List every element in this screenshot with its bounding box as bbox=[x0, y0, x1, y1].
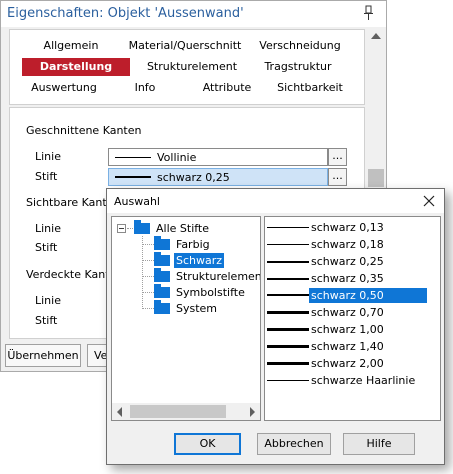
tab-attribute[interactable]: Attribute bbox=[193, 79, 261, 97]
line-sample bbox=[115, 157, 151, 158]
dialog-titlebar: Auswahl bbox=[107, 189, 444, 213]
tab-darstellung[interactable]: Darstellung bbox=[22, 58, 130, 76]
folder-icon bbox=[154, 252, 170, 266]
tab-material-querschnitt[interactable]: Material/Querschnitt bbox=[125, 37, 245, 55]
pen-item[interactable]: schwarze Haarlinie bbox=[266, 372, 440, 389]
pen-list[interactable]: schwarz 0,13 schwarz 0,18 schwarz 0,25 s… bbox=[264, 216, 441, 421]
horizontal-scrollbar[interactable] bbox=[112, 403, 260, 420]
sichtbar-stift-label: Stift bbox=[35, 241, 58, 254]
pen-category-tree[interactable]: Alle Stifte Farbig Schwarz Struktureleme… bbox=[111, 216, 261, 421]
scroll-left-icon[interactable] bbox=[117, 407, 122, 417]
pen-line-sample bbox=[267, 380, 309, 381]
pen-item[interactable]: schwarz 0,35 bbox=[266, 270, 440, 287]
stift-browse-button[interactable]: ... bbox=[328, 168, 347, 186]
tree-connector bbox=[142, 292, 154, 293]
tab-tragstruktur[interactable]: Tragstruktur bbox=[256, 58, 340, 76]
pen-line-sample bbox=[267, 345, 309, 348]
tab-allgemein[interactable]: Allgemein bbox=[34, 37, 108, 55]
tab-verschneidung[interactable]: Verschneidung bbox=[254, 37, 346, 55]
tree-connector bbox=[142, 260, 154, 261]
stift-label: Stift bbox=[35, 170, 58, 183]
tree-connector bbox=[127, 228, 133, 229]
tree-connector bbox=[142, 244, 154, 245]
folder-icon bbox=[154, 268, 170, 282]
properties-titlebar: Eigenschaften: Objekt 'Aussenwand' bbox=[1, 1, 386, 27]
tree-connector bbox=[142, 308, 154, 309]
pen-line-sample bbox=[267, 294, 309, 296]
sichtbar-linie-label: Linie bbox=[35, 222, 61, 235]
folder-icon bbox=[154, 236, 170, 250]
pen-item[interactable]: schwarz 0,70 bbox=[266, 304, 440, 321]
stift-value: schwarz 0,25 bbox=[157, 171, 230, 184]
pen-line-sample bbox=[267, 311, 309, 314]
pen-line-sample bbox=[267, 244, 309, 245]
verdeckt-stift-label: Stift bbox=[35, 314, 58, 327]
ok-button[interactable]: OK bbox=[174, 433, 241, 455]
section-heading-geschnittene-kanten: Geschnittene Kanten bbox=[26, 124, 142, 137]
auswahl-dialog: Auswahl Alle Stifte Farbig Schwarz Struk… bbox=[106, 188, 445, 465]
stift-field[interactable]: schwarz 0,25 bbox=[108, 168, 328, 186]
scroll-thumb[interactable] bbox=[368, 169, 384, 187]
scroll-thumb[interactable] bbox=[130, 405, 226, 418]
help-button[interactable]: Hilfe bbox=[343, 433, 415, 455]
pen-line-sample bbox=[267, 227, 309, 228]
cancel-button[interactable]: Abbrechen bbox=[257, 433, 331, 455]
verdeckt-linie-label: Linie bbox=[35, 294, 61, 307]
pen-item[interactable]: schwarz 0,50 bbox=[266, 287, 440, 304]
pen-line-sample bbox=[267, 261, 309, 263]
pen-item[interactable]: schwarz 0,13 bbox=[266, 219, 440, 236]
pen-item[interactable]: schwarz 1,40 bbox=[266, 338, 440, 355]
folder-icon bbox=[154, 300, 170, 314]
scroll-up-icon[interactable] bbox=[371, 33, 381, 39]
tab-info[interactable]: Info bbox=[128, 79, 162, 97]
linie-value: Vollinie bbox=[157, 151, 197, 164]
pen-line-sample bbox=[267, 362, 309, 365]
apply-button[interactable]: Übernehmen bbox=[5, 344, 81, 367]
linie-label: Linie bbox=[35, 150, 61, 163]
close-icon[interactable] bbox=[417, 191, 441, 211]
tab-strukturelement[interactable]: Strukturelement bbox=[137, 58, 247, 76]
linie-browse-button[interactable]: ... bbox=[328, 148, 347, 166]
pen-item[interactable]: schwarz 0,25 bbox=[266, 253, 440, 270]
tab-sichtbarkeit[interactable]: Sichtbarkeit bbox=[272, 79, 348, 97]
pen-item[interactable]: schwarz 2,00 bbox=[266, 355, 440, 372]
properties-title: Eigenschaften: Objekt 'Aussenwand' bbox=[7, 6, 244, 21]
linie-field[interactable]: Vollinie bbox=[108, 148, 328, 166]
pen-item[interactable]: schwarz 1,00 bbox=[266, 321, 440, 338]
dialog-title: Auswahl bbox=[114, 195, 160, 208]
pen-line-sample bbox=[267, 328, 309, 331]
collapse-icon[interactable] bbox=[117, 224, 126, 233]
tab-auswertung[interactable]: Auswertung bbox=[26, 79, 102, 97]
tree-connector bbox=[142, 276, 154, 277]
tree-connector bbox=[142, 236, 143, 309]
folder-icon bbox=[154, 284, 170, 298]
pin-icon[interactable] bbox=[363, 5, 375, 21]
pen-item[interactable]: schwarz 0,18 bbox=[266, 236, 440, 253]
pen-line-sample bbox=[267, 278, 309, 280]
tab-bar: Allgemein Material/Querschnitt Verschnei… bbox=[9, 29, 365, 105]
pen-sample bbox=[115, 176, 151, 178]
folder-icon bbox=[134, 220, 150, 234]
scroll-right-icon[interactable] bbox=[250, 407, 255, 417]
